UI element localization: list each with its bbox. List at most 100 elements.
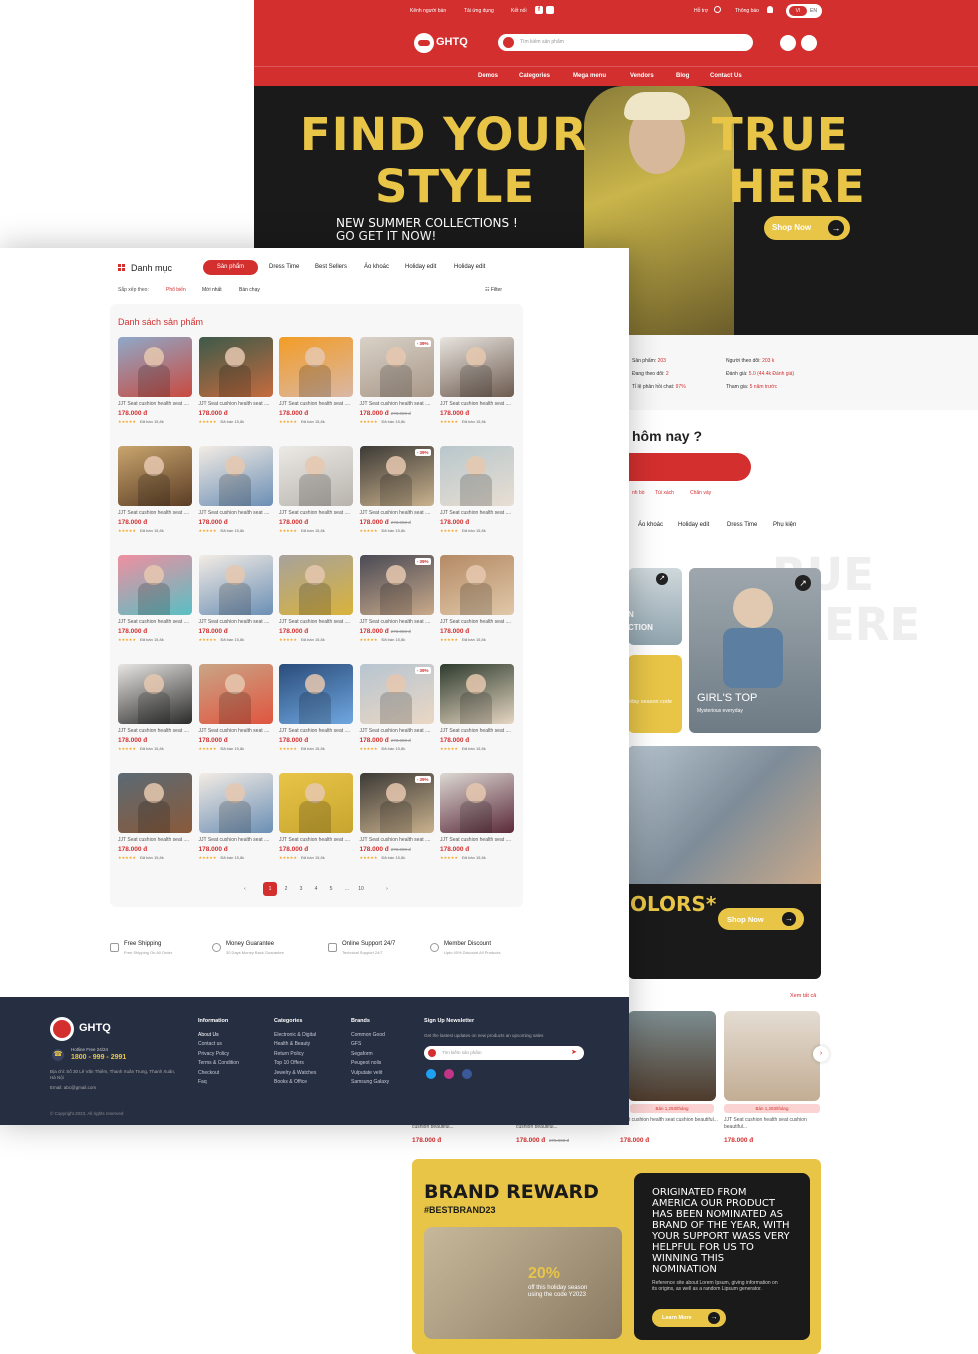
bottom-product-name[interactable]: JJT Seat cushion health seat cushion bea… xyxy=(724,1117,824,1131)
product-name[interactable]: JJT Seat cushion health seat .... xyxy=(199,510,273,516)
next-page-button[interactable]: › xyxy=(380,882,394,896)
product-image[interactable] xyxy=(198,337,273,397)
hero-shop-now-button[interactable]: Shop Now → xyxy=(764,216,850,240)
see-all-link[interactable]: Xem tất cả xyxy=(790,993,816,999)
facebook-icon[interactable]: f xyxy=(535,6,543,14)
product-card[interactable]: JJT Seat cushion health seat .... 178.000… xyxy=(279,446,353,550)
product-name[interactable]: JJT Seat cushion health seat .... xyxy=(118,728,192,734)
bottom-product-name[interactable]: Seat cushion health seat cushion beautif… xyxy=(620,1117,720,1124)
footer-logo-icon[interactable] xyxy=(50,1017,74,1041)
tab-dress-time[interactable]: Dress Time xyxy=(269,264,299,270)
lang-en[interactable]: EN xyxy=(810,8,817,14)
page-button[interactable]: 10 xyxy=(354,882,368,896)
arrow-up-right-icon[interactable]: ↗ xyxy=(795,575,811,591)
product-image[interactable] xyxy=(279,337,353,397)
grid-icon[interactable] xyxy=(118,264,126,272)
quick-link-2[interactable]: Túi xách xyxy=(655,490,674,496)
footer-link[interactable]: Return Policy xyxy=(274,1050,316,1060)
product-card[interactable]: - 39% JJT Seat cushion health seat .... 17… xyxy=(359,337,434,441)
promo-tile[interactable]: liday season code xyxy=(628,655,682,733)
product-name[interactable]: JJT Seat cushion health seat .... xyxy=(199,837,273,843)
search-input[interactable]: Tìm kiếm sản phẩm xyxy=(520,39,564,45)
product-image[interactable] xyxy=(198,446,273,506)
product-name[interactable]: JJT Seat cushion health seat .... xyxy=(360,837,434,843)
product-image[interactable] xyxy=(198,664,273,724)
product-card[interactable]: JJT Seat cushion health seat .... 178.000… xyxy=(279,337,353,441)
product-name[interactable]: JJT Seat cushion health seat .... xyxy=(360,619,434,625)
lang-vi[interactable]: VI xyxy=(789,6,807,16)
tab-jackets[interactable]: Áo khoác xyxy=(364,264,389,270)
product-image[interactable] xyxy=(440,664,514,724)
nav-demos[interactable]: Demos xyxy=(478,73,498,79)
product-name[interactable]: JJT Seat cushion health seat .... xyxy=(360,401,434,407)
back-tab-3[interactable]: Dress Time xyxy=(727,522,757,528)
download-app-link[interactable]: Tải ứng dụng xyxy=(464,8,494,14)
product-card[interactable]: - 39% JJT Seat cushion health seat .... 17… xyxy=(359,555,434,659)
arrow-up-right-icon[interactable]: ↗ xyxy=(656,573,668,585)
product-name[interactable]: JJT Seat cushion health seat .... xyxy=(199,401,273,407)
product-card[interactable]: JJT Seat cushion health seat .... 178.000… xyxy=(279,555,353,659)
send-icon[interactable]: ➤ xyxy=(571,1048,577,1056)
search-bar[interactable]: Tìm kiếm sản phẩm xyxy=(498,34,753,51)
nav-contact[interactable]: Contact Us xyxy=(710,73,742,79)
page-button[interactable]: 4 xyxy=(309,882,323,896)
sort-best-selling[interactable]: Bán chạy xyxy=(239,287,260,293)
quick-link-1[interactable]: nh bò xyxy=(632,490,645,496)
product-name[interactable]: JJT Seat cushion health seat .... xyxy=(118,401,192,407)
footer-link[interactable]: Samsung Galaxy xyxy=(351,1078,389,1088)
footer-link[interactable]: Jewelry & Watches xyxy=(274,1069,316,1079)
footer-link[interactable]: Top 10 Offers xyxy=(274,1059,316,1069)
user-icon[interactable] xyxy=(801,35,817,51)
product-card[interactable]: - 39% JJT Seat cushion health seat .... 17… xyxy=(359,664,434,768)
product-name[interactable]: JJT Seat cushion health seat .... xyxy=(440,619,514,625)
product-image[interactable] xyxy=(279,446,353,506)
instagram-icon[interactable] xyxy=(546,6,554,14)
footer-link[interactable]: Terms & Condition xyxy=(198,1059,239,1069)
product-card[interactable]: JJT Seat cushion health seat .... 178.000… xyxy=(118,773,192,877)
sort-newest[interactable]: Mới nhất xyxy=(202,287,222,293)
product-card[interactable]: JJT Seat cushion health seat .... 178.000… xyxy=(279,664,353,768)
prev-page-button[interactable]: ‹ xyxy=(238,882,252,896)
logo-text[interactable]: GHTQ xyxy=(436,36,468,48)
back-tab-2[interactable]: Holiday edit xyxy=(678,522,709,528)
product-name[interactable]: JJT Seat cushion health seat .... xyxy=(118,619,192,625)
twitter-icon[interactable] xyxy=(426,1069,436,1079)
product-image[interactable] xyxy=(118,337,192,397)
product-image[interactable] xyxy=(279,555,353,615)
product-image[interactable] xyxy=(440,773,514,833)
footer-link[interactable]: Electronic & Digital xyxy=(274,1031,316,1041)
product-name[interactable]: JJT Seat cushion health seat .... xyxy=(440,728,514,734)
colors-shop-now-button[interactable]: Shop Now → xyxy=(718,908,804,930)
instagram-icon[interactable] xyxy=(444,1069,454,1079)
product-name[interactable]: JJT Seat cushion health seat .... xyxy=(199,619,273,625)
product-name[interactable]: JJT Seat cushion health seat .... xyxy=(199,728,273,734)
footer-link[interactable]: Segaform xyxy=(351,1050,389,1060)
logo-icon[interactable] xyxy=(414,33,434,53)
seller-channel-link[interactable]: Kênh người bán xyxy=(410,8,446,14)
tab-holiday-edit[interactable]: Holiday edit xyxy=(405,264,436,270)
product-card[interactable]: JJT Seat cushion health seat .... 178.000… xyxy=(440,773,514,877)
product-card[interactable]: JJT Seat cushion health seat .... 178.000… xyxy=(440,446,514,550)
product-name[interactable]: JJT Seat cushion health seat .... xyxy=(118,837,192,843)
tab-best-sellers[interactable]: Best Sellers xyxy=(315,264,347,270)
footer-link[interactable]: Common Good xyxy=(351,1031,389,1041)
footer-link[interactable]: Books & Office xyxy=(274,1078,316,1088)
hotline-number[interactable]: 1800 - 999 - 2991 xyxy=(71,1054,126,1061)
product-card[interactable]: JJT Seat cushion health seat .... 178.000… xyxy=(118,337,192,441)
footer-link[interactable]: Health & Beauty xyxy=(274,1040,316,1050)
product-image[interactable]: - 39% xyxy=(359,773,434,833)
facebook-icon[interactable] xyxy=(462,1069,472,1079)
product-image[interactable] xyxy=(279,664,353,724)
sort-popular[interactable]: Phổ biến xyxy=(166,287,186,293)
nav-blog[interactable]: Blog xyxy=(676,73,689,79)
footer-link[interactable]: GFS xyxy=(351,1040,389,1050)
product-image[interactable] xyxy=(118,773,192,833)
footer-link[interactable]: About Us xyxy=(198,1031,239,1041)
tab-holiday-edit-2[interactable]: Holiday edit xyxy=(454,264,485,270)
product-card[interactable]: JJT Seat cushion health seat .... 178.000… xyxy=(198,555,273,659)
footer-link[interactable]: Peugeot nolis xyxy=(351,1059,389,1069)
filter-button[interactable]: ☷ Filter xyxy=(485,287,502,293)
product-card[interactable]: - 39% JJT Seat cushion health seat .... 17… xyxy=(359,773,434,877)
product-name[interactable]: JJT Seat cushion health seat .... xyxy=(118,510,192,516)
product-image[interactable] xyxy=(198,773,273,833)
